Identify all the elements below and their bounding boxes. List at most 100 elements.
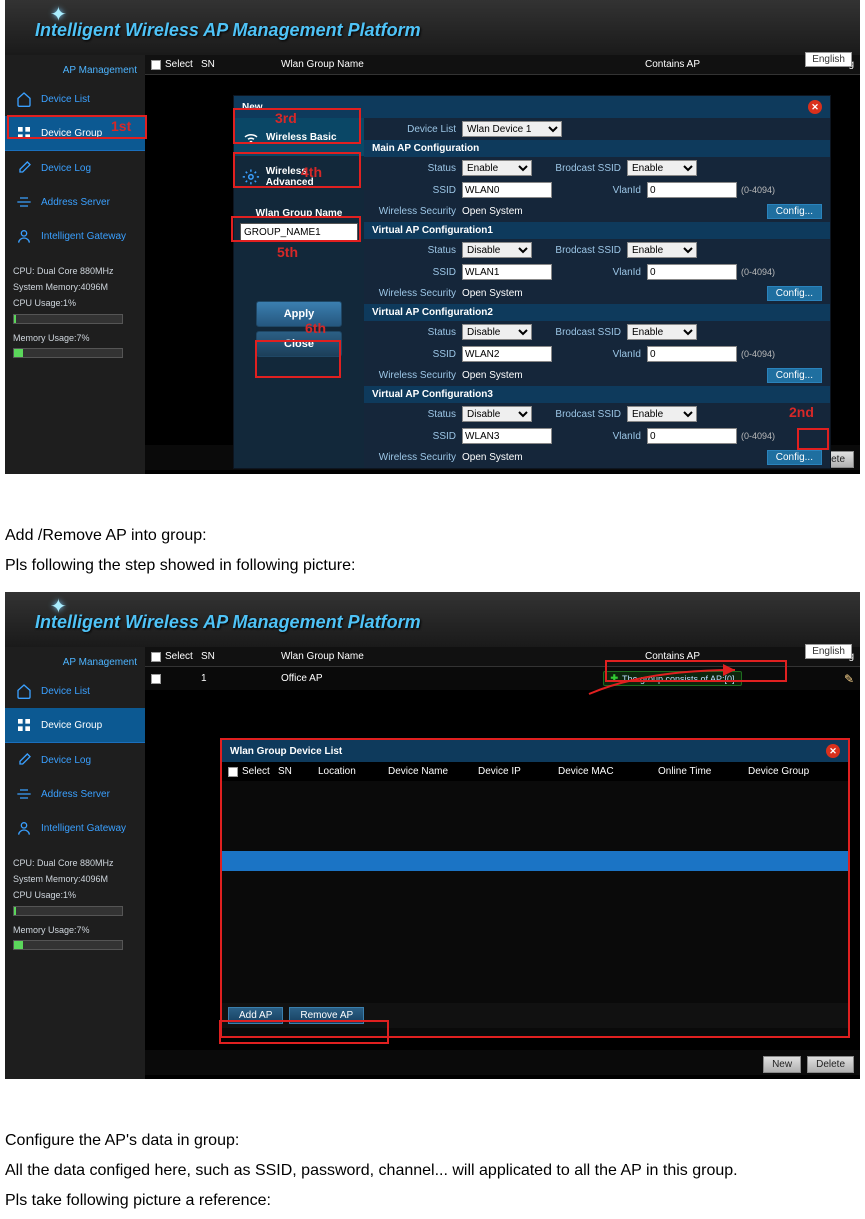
ssid-input-1[interactable]	[462, 264, 552, 280]
sidebar-item-label: Intelligent Gateway	[41, 231, 126, 242]
sidebar-item-address-server[interactable]: Address Server	[5, 185, 145, 219]
section-main-ap: Main AP Configuration	[364, 140, 830, 157]
cpu-usage-bar	[13, 314, 123, 324]
language-chip-2[interactable]: English	[805, 644, 852, 659]
sidebar-item-label: Device List	[41, 94, 90, 105]
broadcast-select-3[interactable]: Enable	[627, 406, 697, 422]
broadcast-select-0[interactable]: Enable	[627, 160, 697, 176]
remove-ap-button[interactable]: Remove AP	[289, 1007, 364, 1024]
status-select-3[interactable]: Disable	[462, 406, 532, 422]
app-header-2: ✦ Intelligent Wireless AP Management Pla…	[5, 592, 860, 647]
close-icon[interactable]: ✕	[826, 744, 840, 758]
col-contains-ap: Contains AP	[541, 59, 804, 70]
vlanid-label: VlanId	[552, 185, 647, 196]
sidebar-item-address-server-2[interactable]: Address Server	[5, 777, 145, 811]
sidebar-item-device-log-2[interactable]: Device Log	[5, 743, 145, 777]
sidebar-2: AP Management Device List Device Group D…	[5, 647, 145, 1079]
sidebar-item-intelligent-gateway[interactable]: Intelligent Gateway	[5, 219, 145, 253]
system-info-2: CPU: Dual Core 880MHz System Memory:4096…	[5, 845, 145, 960]
paragraph-reference: Pls take following picture a reference:	[5, 1189, 860, 1213]
checkbox-icon[interactable]	[151, 60, 161, 70]
paragraph-all-data: All the data configed here, such as SSID…	[5, 1159, 860, 1183]
dialog2-list-area	[222, 781, 848, 1003]
app-header: ✦ Intelligent Wireless AP Management Pla…	[5, 0, 860, 55]
dialog-title: New	[242, 102, 263, 113]
star-icon: ✦	[50, 594, 67, 619]
app-title-2: Intelligent Wireless AP Management Platf…	[35, 612, 860, 633]
cpu-model: CPU: Dual Core 880MHz	[13, 263, 137, 279]
device-list-label: Device List	[372, 124, 462, 135]
new-button-2[interactable]: New	[763, 1056, 801, 1073]
main-panel-2: Select SN Wlan Group Name Contains AP Co…	[145, 647, 860, 1079]
vlanid-input-3[interactable]	[647, 428, 737, 444]
sidebar-section-header-2: AP Management	[5, 653, 145, 674]
gear-icon	[242, 168, 260, 186]
dialog-right-panel: Device List Wlan Device 1 Main AP Config…	[364, 118, 830, 468]
vlan-range-hint: (0-4094)	[741, 185, 775, 195]
status-select-2[interactable]: Disable	[462, 324, 532, 340]
security-value: Open System	[462, 206, 523, 217]
edit-icon	[15, 159, 33, 177]
home-icon	[15, 90, 33, 108]
language-chip[interactable]: English	[805, 52, 852, 67]
status-label: Status	[372, 163, 462, 174]
config-button-3[interactable]: Config...	[767, 450, 822, 465]
row-checkbox[interactable]	[151, 674, 161, 684]
sidebar: AP Management Device List Device Group D…	[5, 55, 145, 474]
broadcast-select-1[interactable]: Enable	[627, 242, 697, 258]
sidebar-item-intelligent-gateway-2[interactable]: Intelligent Gateway	[5, 811, 145, 845]
close-icon[interactable]: ✕	[808, 100, 822, 114]
checkbox-icon[interactable]	[228, 767, 238, 777]
apply-button[interactable]: Apply	[256, 301, 342, 327]
section-vap3: Virtual AP Configuration3	[364, 386, 830, 403]
dialog2-titlebar: Wlan Group Device List ✕	[222, 740, 848, 762]
config-button-0[interactable]: Config...	[767, 204, 822, 219]
dialog-left-panel: Wireless Basic Wireless Advanced Wlan Gr…	[234, 118, 364, 468]
vlanid-input-2[interactable]	[647, 346, 737, 362]
device-list-select[interactable]: Wlan Device 1	[462, 121, 562, 137]
paragraph-add-remove: Add /Remove AP into group:	[5, 524, 860, 548]
ssid-input-0[interactable]	[462, 182, 552, 198]
add-ap-button[interactable]: Add AP	[228, 1007, 283, 1024]
vlanid-input-0[interactable]	[647, 182, 737, 198]
selected-row-stripe[interactable]	[222, 851, 848, 871]
sidebar-item-label: Device Group	[41, 128, 102, 139]
dialog2-footer: Add AP Remove AP	[222, 1003, 848, 1028]
col-select[interactable]: Select	[151, 59, 201, 70]
status-select-1[interactable]: Disable	[462, 242, 532, 258]
delete-button-2[interactable]: Delete	[807, 1056, 854, 1073]
main-panel: Select SN Wlan Group Name Contains AP Co…	[145, 55, 860, 474]
close-button[interactable]: Close	[256, 331, 342, 357]
system-info: CPU: Dual Core 880MHz System Memory:4096…	[5, 253, 145, 368]
pencil-icon[interactable]: ✎	[844, 672, 854, 686]
sidebar-item-device-list-2[interactable]: Device List	[5, 674, 145, 708]
checkbox-icon[interactable]	[151, 652, 161, 662]
user-icon	[15, 819, 33, 837]
star-icon: ✦	[50, 2, 67, 27]
tab-wireless-basic[interactable]: Wireless Basic	[234, 118, 364, 156]
section-vap2: Virtual AP Configuration2	[364, 304, 830, 321]
wlan-group-device-list-dialog: Wlan Group Device List ✕ Select SN Locat…	[220, 738, 850, 1038]
security-label: Wireless Security	[372, 206, 462, 217]
ssid-input-3[interactable]	[462, 428, 552, 444]
config-button-2[interactable]: Config...	[767, 368, 822, 383]
sidebar-item-device-group[interactable]: Device Group	[5, 116, 145, 151]
tab-wireless-advanced[interactable]: Wireless Advanced	[234, 156, 364, 198]
sidebar-item-device-group-2[interactable]: Device Group	[5, 708, 145, 743]
ssid-input-2[interactable]	[462, 346, 552, 362]
edit-icon	[15, 751, 33, 769]
sidebar-item-device-list[interactable]: Device List	[5, 82, 145, 116]
config-button-1[interactable]: Config...	[767, 286, 822, 301]
table-header: Select SN Wlan Group Name Contains AP Co…	[145, 55, 860, 75]
col-sn: SN	[201, 59, 281, 70]
col-group: Wlan Group Name	[281, 59, 541, 70]
group-name-input[interactable]	[240, 223, 358, 241]
broadcast-select-2[interactable]: Enable	[627, 324, 697, 340]
arrow-icon	[585, 664, 765, 698]
system-memory: System Memory:4096M	[13, 279, 137, 295]
vlanid-input-1[interactable]	[647, 264, 737, 280]
sidebar-item-label: Device Log	[41, 163, 91, 174]
screenshot-2-app: ✦ Intelligent Wireless AP Management Pla…	[5, 592, 860, 1079]
sidebar-item-device-log[interactable]: Device Log	[5, 151, 145, 185]
status-select-0[interactable]: Enable	[462, 160, 532, 176]
